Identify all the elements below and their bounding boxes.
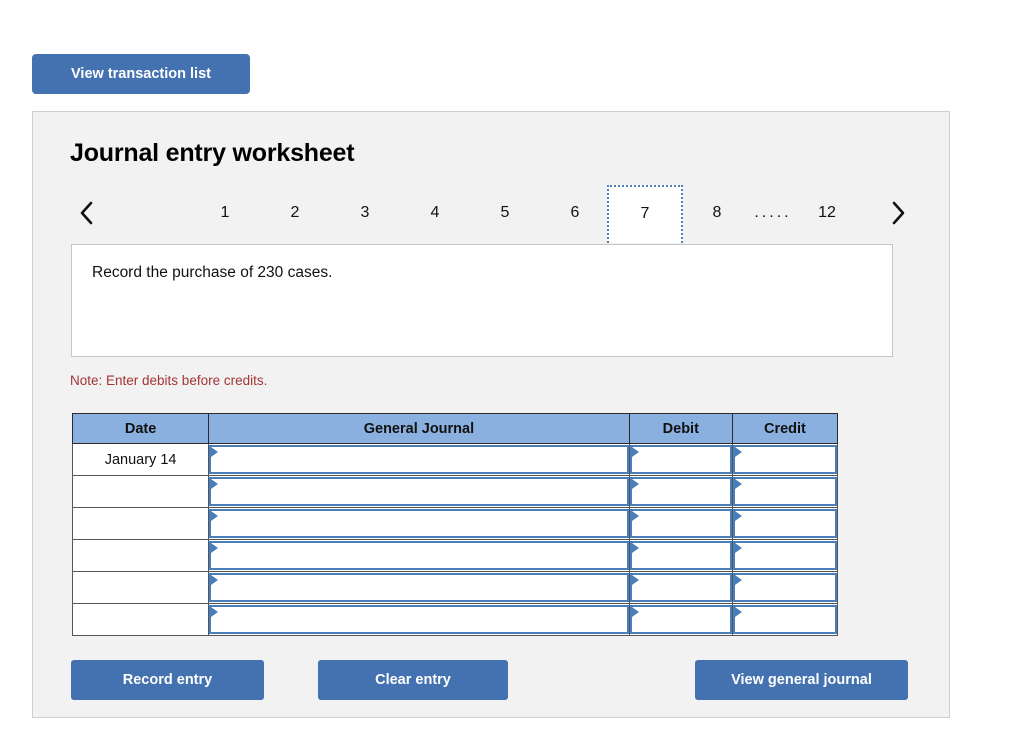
general-journal-field-cell <box>209 540 630 572</box>
date-cell[interactable] <box>73 508 209 540</box>
pager-ellipsis: ..... <box>738 185 808 241</box>
dropdown-triangle-icon <box>211 607 218 617</box>
instruction-text: Record the purchase of 230 cases. <box>92 264 332 282</box>
debit-field-cell <box>629 540 732 572</box>
column-header-date: Date <box>73 414 209 444</box>
credit-field-cell <box>732 444 837 476</box>
credit-field-cell <box>732 604 837 636</box>
table-row <box>73 540 838 572</box>
general-journal-field-cell <box>209 476 630 508</box>
column-header-general-journal: General Journal <box>209 414 630 444</box>
note-text: Note: Enter debits before credits. <box>70 373 267 388</box>
pager-page-8[interactable]: 8 <box>698 185 736 241</box>
dropdown-triangle-icon <box>735 575 742 585</box>
dropdown-triangle-icon <box>632 575 639 585</box>
dropdown-triangle-icon <box>735 607 742 617</box>
dropdown-triangle-icon <box>632 447 639 457</box>
dropdown-triangle-icon <box>735 479 742 489</box>
credit-field[interactable] <box>733 605 837 634</box>
general-journal-field[interactable] <box>209 477 629 506</box>
dropdown-triangle-icon <box>211 511 218 521</box>
general-journal-field-cell <box>209 604 630 636</box>
dropdown-triangle-icon <box>211 447 218 457</box>
pager-prev-button[interactable] <box>70 185 104 241</box>
dropdown-triangle-icon <box>632 607 639 617</box>
instruction-box: Record the purchase of 230 cases. <box>71 244 893 357</box>
general-journal-field[interactable] <box>209 541 629 570</box>
debit-field[interactable] <box>630 605 732 634</box>
pager-page-5[interactable]: 5 <box>486 185 524 241</box>
journal-entry-table: Date General Journal Debit Credit Januar… <box>72 413 838 636</box>
dropdown-triangle-icon <box>632 479 639 489</box>
table-row <box>73 508 838 540</box>
chevron-right-icon <box>890 200 906 226</box>
pager-page-6[interactable]: 6 <box>556 185 594 241</box>
date-cell[interactable] <box>73 572 209 604</box>
column-header-debit: Debit <box>629 414 732 444</box>
date-cell[interactable] <box>73 540 209 572</box>
dropdown-triangle-icon <box>632 543 639 553</box>
dropdown-triangle-icon <box>211 543 218 553</box>
general-journal-field-cell <box>209 444 630 476</box>
debit-field[interactable] <box>630 541 732 570</box>
worksheet-pager: 12345678.....12 <box>70 185 915 241</box>
debit-field-cell <box>629 508 732 540</box>
debit-field-cell <box>629 476 732 508</box>
column-header-credit: Credit <box>732 414 837 444</box>
debit-field-cell <box>629 572 732 604</box>
dropdown-triangle-icon <box>211 575 218 585</box>
credit-field-cell <box>732 572 837 604</box>
dropdown-triangle-icon <box>735 447 742 457</box>
general-journal-field-cell <box>209 572 630 604</box>
pager-item-list: 12345678.....12 <box>132 185 882 241</box>
debit-field-cell <box>629 444 732 476</box>
general-journal-field[interactable] <box>209 509 629 538</box>
view-general-journal-button[interactable]: View general journal <box>695 660 908 700</box>
credit-field[interactable] <box>733 541 837 570</box>
pager-page-4[interactable]: 4 <box>416 185 454 241</box>
debit-field-cell <box>629 604 732 636</box>
debit-field[interactable] <box>630 509 732 538</box>
pager-page-2[interactable]: 2 <box>276 185 314 241</box>
record-entry-button[interactable]: Record entry <box>71 660 264 700</box>
dropdown-triangle-icon <box>735 511 742 521</box>
general-journal-field[interactable] <box>209 605 629 634</box>
credit-field[interactable] <box>733 445 837 474</box>
journal-entry-worksheet-panel: Journal entry worksheet 12345678.....12 … <box>32 111 950 718</box>
table-row: January 14 <box>73 444 838 476</box>
dropdown-triangle-icon <box>211 479 218 489</box>
pager-page-7[interactable]: 7 <box>607 185 683 243</box>
table-row <box>73 476 838 508</box>
pager-page-3[interactable]: 3 <box>346 185 384 241</box>
general-journal-field[interactable] <box>209 445 629 474</box>
date-cell[interactable] <box>73 476 209 508</box>
clear-entry-button[interactable]: Clear entry <box>318 660 508 700</box>
page-title: Journal entry worksheet <box>70 139 354 168</box>
general-journal-field[interactable] <box>209 573 629 602</box>
pager-page-12[interactable]: 12 <box>808 185 846 241</box>
credit-field-cell <box>732 540 837 572</box>
credit-field[interactable] <box>733 573 837 602</box>
date-cell[interactable]: January 14 <box>73 444 209 476</box>
table-row <box>73 604 838 636</box>
general-journal-field-cell <box>209 508 630 540</box>
chevron-left-icon <box>79 200 95 226</box>
credit-field-cell <box>732 508 837 540</box>
credit-field[interactable] <box>733 477 837 506</box>
credit-field-cell <box>732 476 837 508</box>
table-row <box>73 572 838 604</box>
dropdown-triangle-icon <box>632 511 639 521</box>
debit-field[interactable] <box>630 445 732 474</box>
pager-page-1[interactable]: 1 <box>206 185 244 241</box>
credit-field[interactable] <box>733 509 837 538</box>
pager-next-button[interactable] <box>881 185 915 241</box>
date-cell[interactable] <box>73 604 209 636</box>
debit-field[interactable] <box>630 477 732 506</box>
view-transaction-list-button[interactable]: View transaction list <box>32 54 250 94</box>
dropdown-triangle-icon <box>735 543 742 553</box>
table-header-row: Date General Journal Debit Credit <box>73 414 838 444</box>
debit-field[interactable] <box>630 573 732 602</box>
